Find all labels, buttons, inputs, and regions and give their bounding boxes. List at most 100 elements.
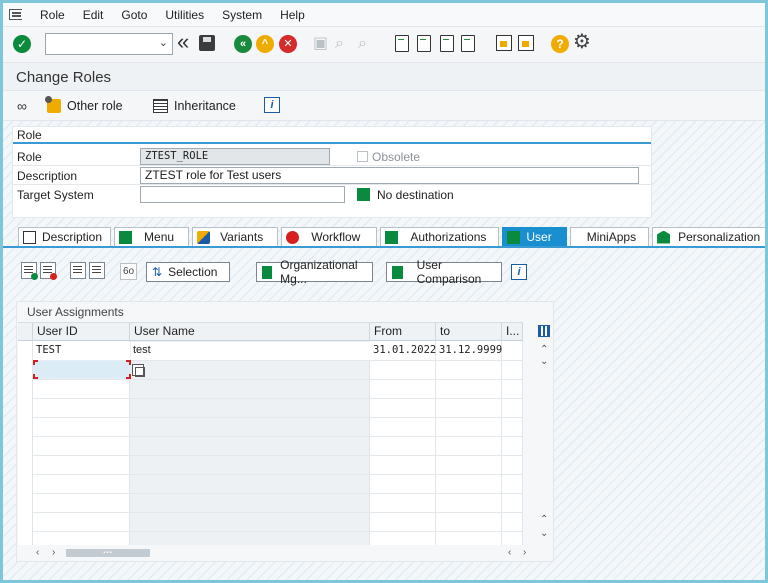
- tab-menu[interactable]: Menu: [114, 227, 190, 246]
- display-change-icon[interactable]: ∞: [17, 97, 27, 115]
- target-system-field[interactable]: [140, 186, 345, 203]
- settings-icon[interactable]: ⚙: [573, 31, 591, 53]
- tab-personalization[interactable]: Personalization: [652, 227, 765, 246]
- row-divider: [33, 493, 523, 494]
- horizontal-scroll-thumb[interactable]: ▪▪▪: [66, 549, 150, 557]
- role-icon: [45, 96, 61, 113]
- menu-goto[interactable]: Goto: [121, 8, 147, 22]
- selection-icon: ⇅: [152, 265, 163, 279]
- insert-row-icon[interactable]: [21, 262, 38, 280]
- row-selector-column: [18, 341, 33, 545]
- scroll-down-icon[interactable]: ⌄: [540, 356, 548, 367]
- dropdown-icon[interactable]: ⌄: [159, 36, 168, 49]
- obsolete-label: Obsolete: [372, 150, 421, 164]
- user-id-input-focused[interactable]: [33, 360, 131, 379]
- inheritance-button[interactable]: Inheritance: [153, 97, 236, 115]
- inheritance-icon: [153, 99, 168, 113]
- scroll-up-icon[interactable]: ⌃: [540, 514, 548, 525]
- column-header-user-name[interactable]: User Name: [130, 323, 370, 341]
- tab-miniapps[interactable]: MiniApps: [569, 227, 650, 246]
- sap-window: Role Edit Goto Utilities System Help ✓ ⌄…: [3, 3, 765, 580]
- scroll-right-icon[interactable]: ›: [523, 546, 526, 560]
- scroll-up-icon[interactable]: ⌃: [540, 344, 548, 355]
- role-group: Role Role ZTEST_ROLE Obsolete Descriptio…: [12, 126, 652, 218]
- scroll-down-icon[interactable]: ⌄: [540, 528, 548, 539]
- double-left-icon[interactable]: «: [177, 31, 189, 53]
- workflow-status-icon: [286, 230, 300, 244]
- column-settings-icon[interactable]: [538, 325, 550, 337]
- check-icon[interactable]: ✓: [13, 35, 31, 53]
- tab-divider: [3, 246, 765, 248]
- horizontal-scrollbar[interactable]: ‹ › ▪▪▪ ‹ ›: [18, 546, 526, 560]
- scroll-left-icon[interactable]: ‹: [36, 546, 39, 560]
- value-help-icon[interactable]: [132, 364, 145, 377]
- tab-authorizations[interactable]: Authorizations: [380, 227, 500, 246]
- info-icon[interactable]: i: [511, 264, 527, 280]
- vertical-scrollbar[interactable]: ⌃ ⌄ ⌃ ⌄: [535, 322, 553, 545]
- shortcut-icon[interactable]: [518, 35, 534, 51]
- column-header-i[interactable]: I...: [502, 323, 523, 341]
- find-next-icon: ⌕: [358, 35, 367, 52]
- row-divider: [33, 436, 523, 437]
- print-icon: ▣: [313, 35, 329, 52]
- column-header-user-id[interactable]: User ID: [33, 323, 130, 341]
- row-divider: [33, 417, 523, 418]
- command-field[interactable]: ⌄: [45, 33, 173, 55]
- no-destination-label: No destination: [377, 188, 454, 202]
- role-field: ZTEST_ROLE: [140, 148, 330, 165]
- description-field[interactable]: ZTEST role for Test users: [140, 167, 639, 184]
- selection-button[interactable]: ⇅ Selection: [146, 262, 230, 282]
- previous-page-icon[interactable]: [417, 35, 431, 52]
- info-icon[interactable]: i: [264, 97, 280, 113]
- cancel-icon[interactable]: ✕: [279, 35, 297, 53]
- column-header-from[interactable]: From: [370, 323, 436, 341]
- organizational-mgmt-button[interactable]: Organizational Mg...: [256, 258, 373, 286]
- column-header-to[interactable]: to: [436, 323, 502, 341]
- tab-user[interactable]: User: [502, 227, 567, 246]
- select-all-icon[interactable]: [70, 262, 86, 279]
- menu-help[interactable]: Help: [280, 8, 305, 22]
- menu-system[interactable]: System: [222, 8, 262, 22]
- next-page-icon[interactable]: [440, 35, 454, 52]
- tab-workflow[interactable]: Workflow: [281, 227, 378, 246]
- title-bar: Change Roles: [3, 63, 765, 91]
- cell-user-name: test: [131, 342, 370, 360]
- row-divider: [33, 455, 523, 456]
- tab-description[interactable]: Description: [18, 227, 112, 246]
- user-status-icon: [507, 230, 521, 244]
- status-green-icon: [262, 265, 273, 279]
- help-icon[interactable]: ?: [551, 35, 569, 53]
- exit-icon[interactable]: ^: [256, 35, 274, 53]
- user-name-column: [130, 341, 370, 545]
- tab-strip: Description Menu Variants Workflow Autho…: [18, 227, 765, 246]
- delete-row-icon[interactable]: [40, 262, 57, 280]
- description-row: Description ZTEST role for Test users: [13, 166, 651, 185]
- user-assignments-table: User ID User Name From to I... TEST test…: [18, 322, 523, 545]
- row-selector-header[interactable]: [18, 323, 33, 341]
- scroll-left-icon[interactable]: ‹: [508, 546, 511, 560]
- to-column: [436, 341, 502, 545]
- last-page-icon[interactable]: [461, 35, 475, 52]
- cell-to[interactable]: 31.12.9999: [437, 342, 502, 360]
- back-icon[interactable]: «: [234, 35, 252, 53]
- menu-edit[interactable]: Edit: [83, 8, 104, 22]
- row-divider: [33, 474, 523, 475]
- document-icon: [23, 230, 36, 244]
- glasses-icon[interactable]: 6o: [120, 263, 137, 280]
- menu-utilities[interactable]: Utilities: [165, 8, 204, 22]
- menu-icon[interactable]: [9, 8, 23, 21]
- authorizations-status-icon: [385, 230, 399, 244]
- other-role-button[interactable]: Other role: [45, 96, 123, 115]
- cell-user-id[interactable]: TEST: [34, 342, 130, 360]
- user-comparison-button[interactable]: User Comparison: [386, 258, 502, 286]
- new-session-icon[interactable]: [496, 35, 512, 51]
- scroll-right-icon[interactable]: ›: [52, 546, 55, 560]
- menu-role[interactable]: Role: [40, 8, 65, 22]
- tab-variants[interactable]: Variants: [192, 227, 279, 246]
- save-icon[interactable]: [199, 35, 215, 51]
- first-page-icon[interactable]: [395, 35, 409, 52]
- cell-from[interactable]: 31.01.2022: [371, 342, 436, 360]
- obsolete-checkbox: [357, 151, 368, 162]
- description-label: Description: [17, 169, 78, 183]
- deselect-all-icon[interactable]: [89, 262, 105, 279]
